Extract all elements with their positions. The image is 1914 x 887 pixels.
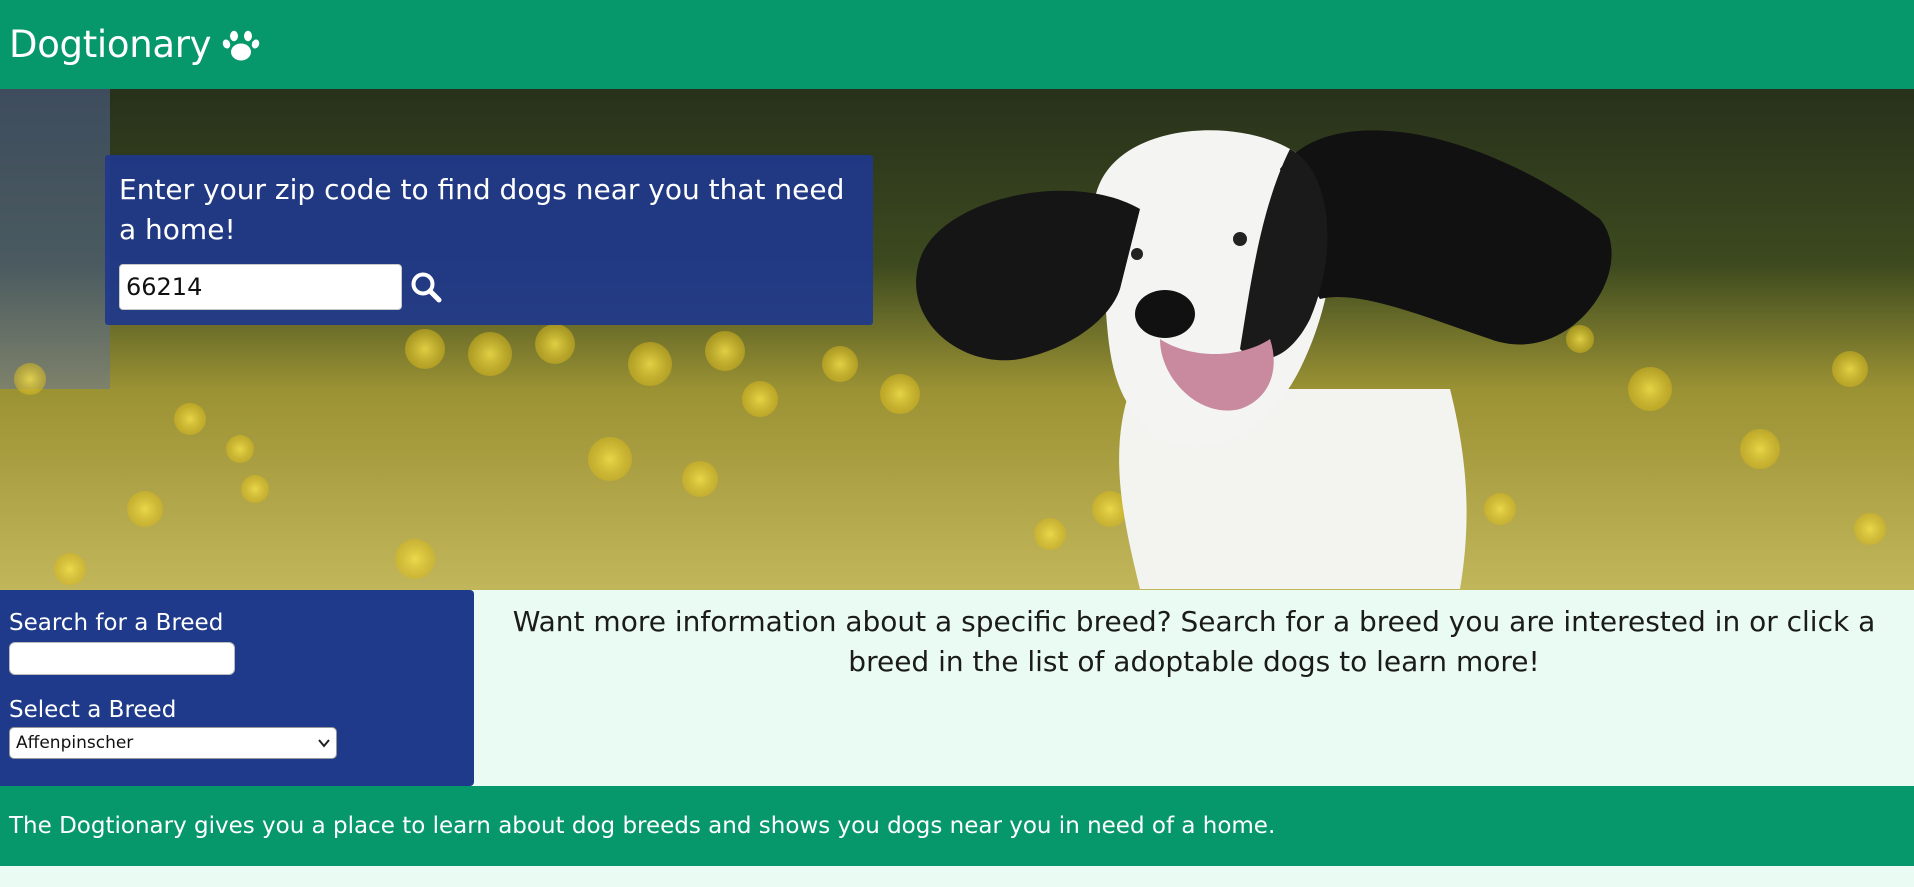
breed-search-panel: Search for a Breed Select a Breed Affenp… [0,590,474,786]
breed-search-input[interactable] [9,642,235,675]
breed-select-value: Affenpinscher [16,733,134,753]
zip-code-input[interactable] [119,264,402,310]
site-title[interactable]: Dogtionary [9,26,212,63]
zip-search-panel: Enter your zip code to find dogs near yo… [105,155,873,325]
search-icon[interactable] [406,267,446,307]
zip-prompt-text: Enter your zip code to find dogs near yo… [119,173,845,246]
hero-banner: Enter your zip code to find dogs near yo… [0,89,1914,590]
paw-icon [221,25,261,65]
breed-search-label: Search for a Breed [9,610,224,636]
breed-select-dropdown[interactable]: Affenpinscher [9,727,337,759]
breed-info-text: Want more information about a specific b… [512,605,1876,678]
footer-text: The Dogtionary gives you a place to lear… [9,813,1276,839]
breed-select-label: Select a Breed [9,697,177,723]
chevron-down-icon [318,738,330,748]
site-footer: The Dogtionary gives you a place to lear… [0,786,1914,866]
site-header: Dogtionary [0,0,1914,89]
zip-search-row [119,264,859,310]
